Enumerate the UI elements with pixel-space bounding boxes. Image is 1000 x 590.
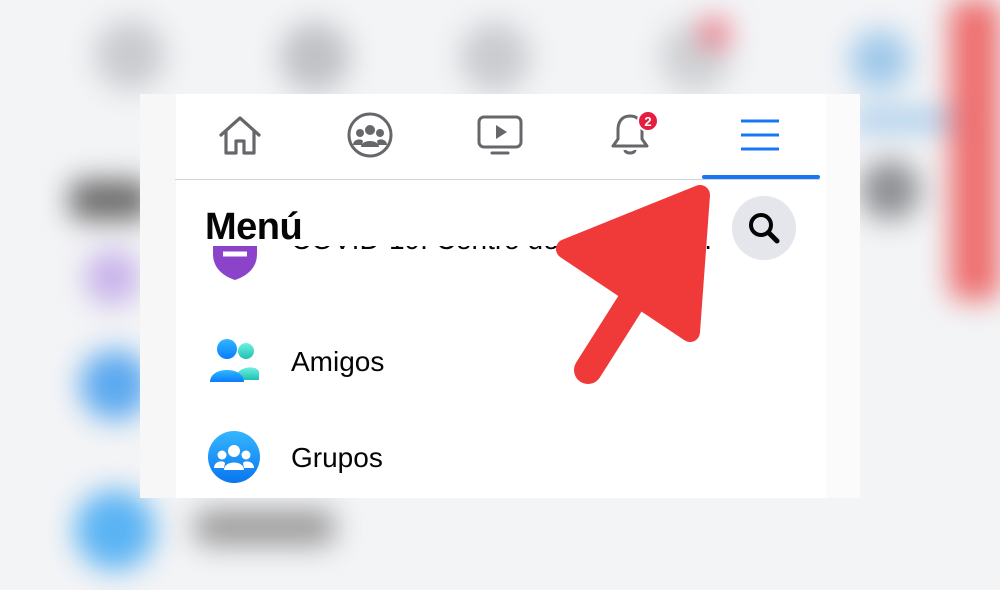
tab-groups[interactable]	[315, 94, 425, 176]
page-title: Menú	[205, 206, 303, 248]
panel-edge-left	[140, 94, 176, 498]
panel-edge-right	[826, 94, 860, 498]
hamburger-menu-icon	[741, 119, 779, 151]
tab-watch[interactable]	[445, 94, 555, 176]
home-icon	[219, 116, 261, 155]
menu-item-label: Grupos	[291, 442, 383, 473]
active-tab-indicator	[702, 175, 820, 179]
menu-item-groups[interactable]: Grupos	[205, 428, 765, 488]
facebook-menu-panel: 2 Menú COVID-19: Centro de información	[140, 94, 860, 498]
tab-notifications[interactable]: 2	[575, 94, 685, 176]
menu-item-label: Amigos	[291, 346, 385, 377]
tab-menu[interactable]	[705, 94, 815, 176]
groups-icon	[347, 112, 393, 158]
notification-badge: 2	[637, 110, 659, 132]
covid-shield-icon	[213, 246, 257, 280]
tab-home[interactable]	[185, 94, 295, 176]
search-icon	[749, 213, 780, 244]
friends-icon	[210, 339, 259, 382]
watch-icon	[477, 115, 523, 155]
menu-item-label: COVID-19: Centro de información	[291, 246, 711, 256]
menu-item-friends[interactable]: Amigos	[205, 332, 765, 392]
menu-item-covid[interactable]: COVID-19: Centro de información	[205, 246, 765, 296]
groups-icon	[208, 431, 260, 483]
tab-bar-divider	[175, 179, 820, 180]
